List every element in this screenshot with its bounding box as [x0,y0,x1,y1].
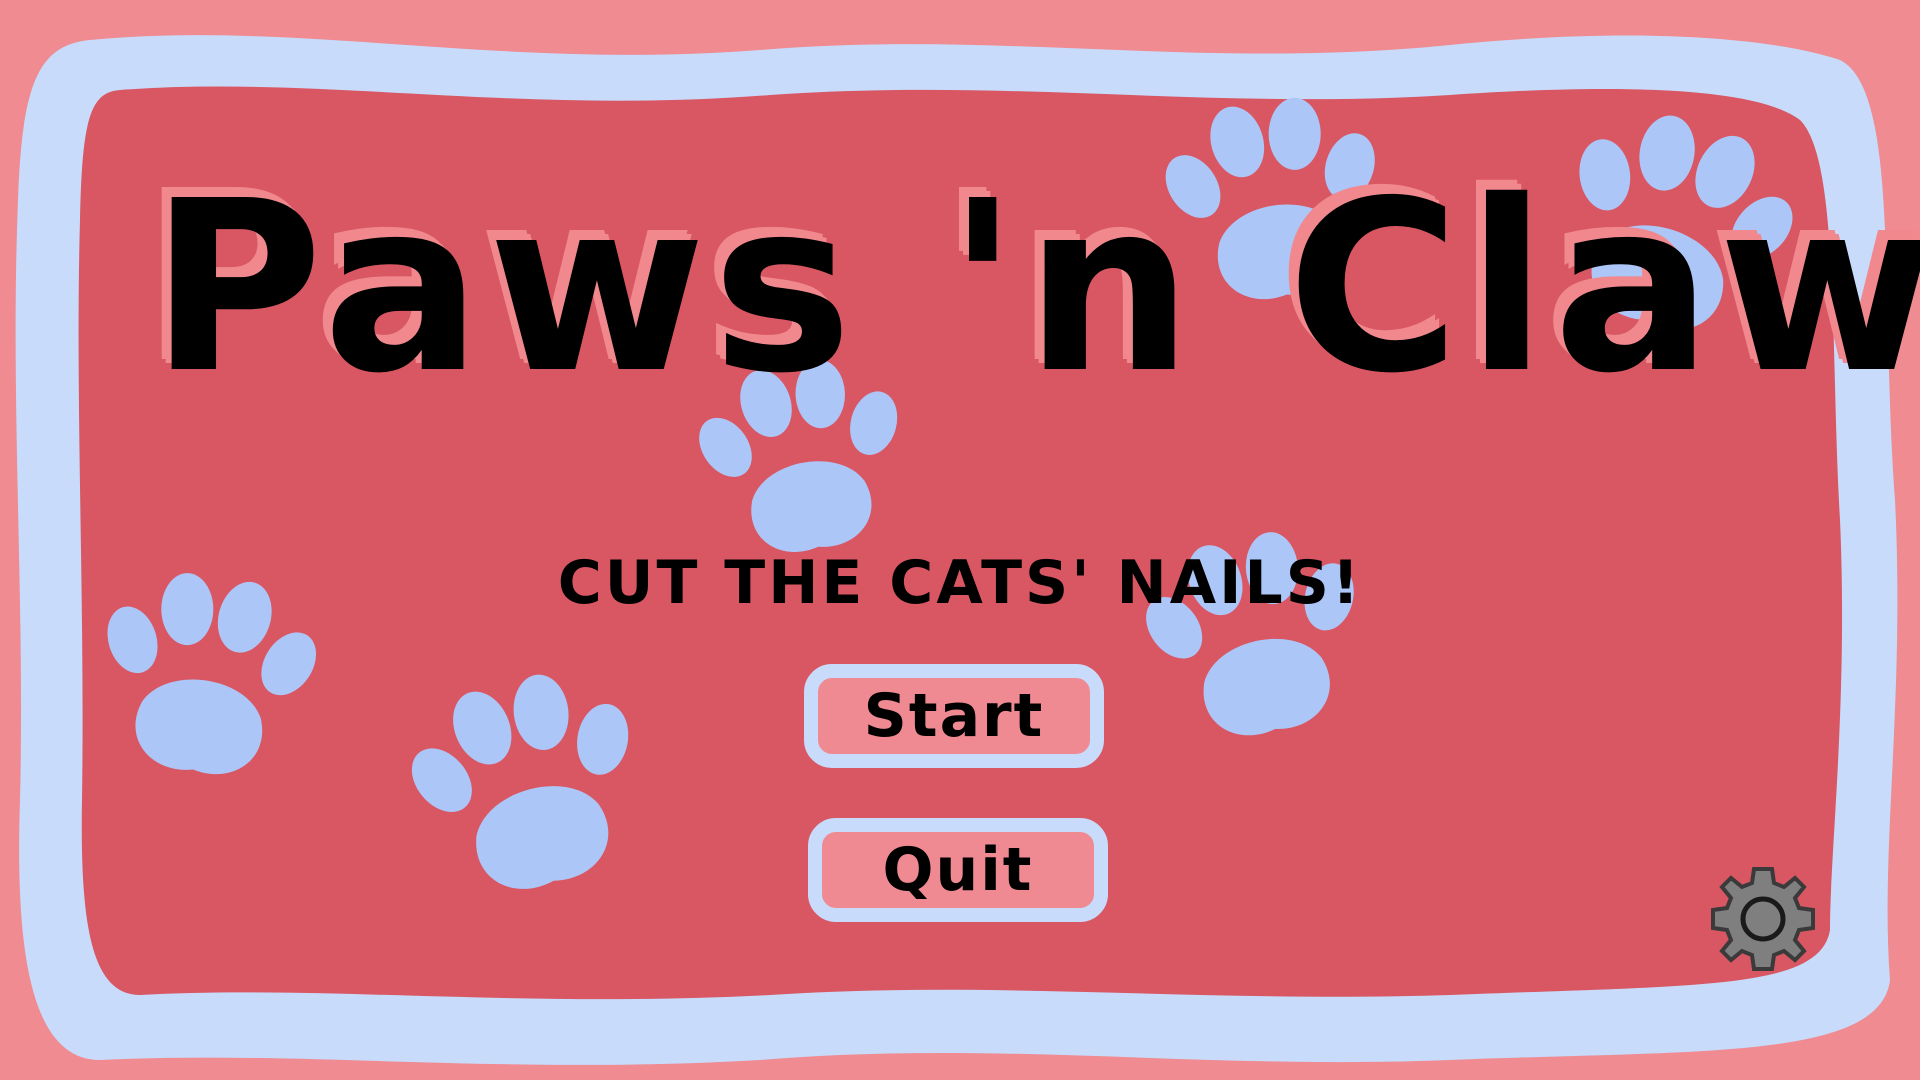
start-button[interactable]: Start [804,664,1104,768]
gear-icon [1711,867,1815,971]
settings-button[interactable] [1708,864,1818,974]
quit-button[interactable]: Quit [808,818,1108,922]
game-title: Paws 'n Claws [150,150,1920,425]
quit-button-label: Quit [882,835,1034,905]
game-subtitle: CUT THE CATS' NAILS! [557,548,1363,618]
start-button-label: Start [863,681,1045,751]
main-menu-screen: Paws 'n Claws CUT THE CATS' NAILS! Start… [0,0,1920,1080]
